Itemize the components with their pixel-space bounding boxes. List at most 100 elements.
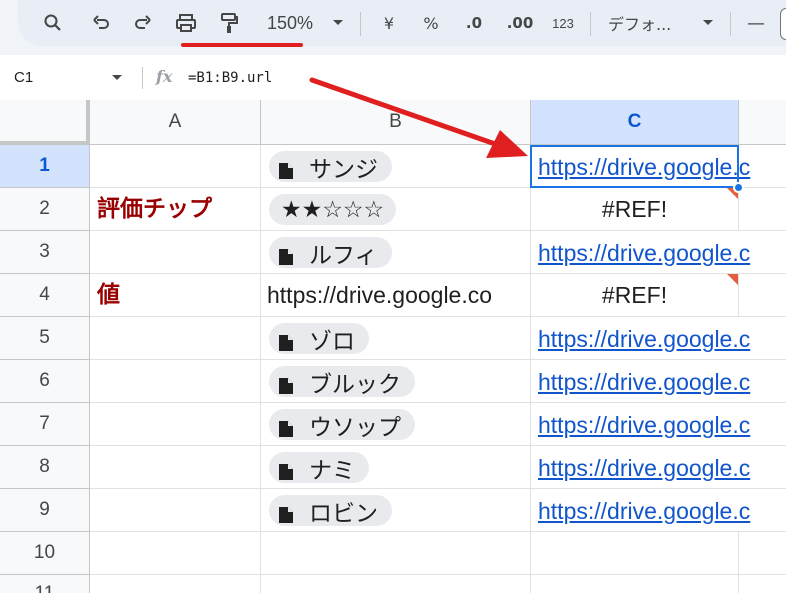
file-icon: [279, 331, 293, 351]
cell-b3[interactable]: ルフィ: [261, 231, 531, 274]
file-icon: [279, 503, 293, 523]
cell-a11[interactable]: [90, 575, 261, 593]
cell-a7[interactable]: [90, 403, 261, 446]
error-value: #REF!: [601, 196, 668, 222]
file-chip-label: ロビン: [309, 500, 378, 527]
file-chip[interactable]: ロビン: [269, 495, 392, 527]
cell-d11[interactable]: [739, 575, 786, 593]
zoom-value: 150%: [266, 12, 314, 33]
error-indicator[interactable]: [727, 274, 738, 285]
percent-button[interactable]: %: [420, 10, 442, 36]
row-header-11[interactable]: 11: [0, 575, 90, 593]
cell-a1[interactable]: [90, 145, 261, 188]
cell-a9[interactable]: [90, 489, 261, 532]
file-chip[interactable]: ゾロ: [269, 323, 369, 355]
cell-c5[interactable]: https://drive.google.c: [531, 317, 786, 360]
cell-c1[interactable]: https://drive.google.c: [531, 145, 786, 188]
cell-c8[interactable]: https://drive.google.c: [531, 446, 786, 489]
search-icon[interactable]: [40, 10, 66, 36]
toolbar-divider: [730, 12, 731, 36]
cell-b9[interactable]: ロビン: [261, 489, 531, 532]
font-size-input[interactable]: [780, 8, 786, 40]
font-value: デフォ...: [608, 15, 672, 34]
cell-b8[interactable]: ナミ: [261, 446, 531, 489]
cell-b1[interactable]: サンジ: [261, 145, 531, 188]
file-chip[interactable]: ウソップ: [269, 409, 415, 441]
cell-a8[interactable]: [90, 446, 261, 489]
row-header-1[interactable]: 1: [0, 145, 90, 188]
toolbar-divider: [590, 12, 591, 36]
column-header-c[interactable]: C: [531, 100, 739, 145]
cell-d2[interactable]: [739, 188, 786, 231]
cell-a5[interactable]: [90, 317, 261, 360]
column-header-a[interactable]: A: [90, 100, 261, 145]
file-chip-label: ナミ: [309, 457, 355, 484]
cell-c9[interactable]: https://drive.google.c: [531, 489, 786, 532]
row-header-2[interactable]: 2: [0, 188, 90, 231]
select-all-corner[interactable]: [0, 100, 90, 145]
file-chip[interactable]: ブルック: [269, 366, 415, 398]
fill-handle[interactable]: [733, 182, 744, 193]
file-icon: [279, 159, 293, 179]
cell-c6[interactable]: https://drive.google.c: [531, 360, 786, 403]
cell-b7[interactable]: ウソップ: [261, 403, 531, 446]
cell-d10[interactable]: [739, 532, 786, 575]
chevron-down-icon[interactable]: [330, 10, 346, 36]
print-icon[interactable]: [172, 10, 200, 36]
cell-b10[interactable]: [261, 532, 531, 575]
cell-a4[interactable]: 値: [90, 274, 261, 317]
file-chip[interactable]: ルフィ: [269, 237, 392, 269]
chevron-down-icon[interactable]: [700, 10, 716, 36]
formula-bar-divider: [142, 67, 143, 89]
row-header-8[interactable]: 8: [0, 446, 90, 489]
cell-b2[interactable]: ★★☆☆☆: [261, 188, 531, 231]
paint-format-icon[interactable]: [216, 10, 242, 36]
more-formats-button[interactable]: 123: [548, 10, 578, 36]
cell-c4[interactable]: #REF!: [531, 274, 739, 317]
chevron-down-icon[interactable]: [112, 75, 122, 80]
file-chip[interactable]: ナミ: [269, 452, 369, 484]
cell-d4[interactable]: [739, 274, 786, 317]
cell-b11[interactable]: [261, 575, 531, 593]
undo-icon[interactable]: [88, 10, 114, 36]
fx-icon: fx: [156, 67, 173, 86]
error-value: #REF!: [601, 282, 668, 308]
toolbar: 150% ¥ % .0 .00 123 デフォ... —: [18, 0, 786, 46]
name-box[interactable]: C1: [14, 69, 33, 86]
cell-a2[interactable]: 評価チップ: [90, 188, 261, 231]
cell-a3[interactable]: [90, 231, 261, 274]
file-chip[interactable]: サンジ: [269, 151, 392, 183]
column-header-b[interactable]: B: [261, 100, 531, 145]
cell-c11[interactable]: [531, 575, 739, 593]
row-header-3[interactable]: 3: [0, 231, 90, 274]
cell-a6[interactable]: [90, 360, 261, 403]
cell-a10[interactable]: [90, 532, 261, 575]
currency-button[interactable]: ¥: [378, 10, 400, 36]
row-header-6[interactable]: 6: [0, 360, 90, 403]
cell-c10[interactable]: [531, 532, 739, 575]
file-chip-label: ゾロ: [309, 328, 355, 355]
cell-b5[interactable]: ゾロ: [261, 317, 531, 360]
formula-input[interactable]: =B1:B9.url: [188, 70, 272, 86]
zoom-select[interactable]: 150%: [258, 10, 322, 36]
font-size-minus-button[interactable]: —: [744, 10, 768, 36]
cell-c2[interactable]: #REF!: [531, 188, 739, 231]
row-header-4[interactable]: 4: [0, 274, 90, 317]
decrease-decimal-button[interactable]: .0: [460, 10, 488, 36]
cell-b6[interactable]: ブルック: [261, 360, 531, 403]
cell-c3[interactable]: https://drive.google.c: [531, 231, 786, 274]
file-icon: [279, 374, 293, 394]
row-header-10[interactable]: 10: [0, 532, 90, 575]
redo-icon[interactable]: [130, 10, 156, 36]
rating-stars: ★★☆☆☆: [281, 196, 385, 223]
cell-c7[interactable]: https://drive.google.c: [531, 403, 786, 446]
file-chip-label: サンジ: [309, 156, 378, 183]
font-select[interactable]: デフォ...: [608, 10, 688, 36]
row-header-5[interactable]: 5: [0, 317, 90, 360]
row-header-9[interactable]: 9: [0, 489, 90, 532]
row-header-7[interactable]: 7: [0, 403, 90, 446]
column-header-d[interactable]: [739, 100, 786, 145]
rating-chip[interactable]: ★★☆☆☆: [269, 194, 397, 225]
increase-decimal-button[interactable]: .00: [504, 10, 536, 36]
cell-b4[interactable]: https://drive.google.co: [261, 274, 531, 317]
